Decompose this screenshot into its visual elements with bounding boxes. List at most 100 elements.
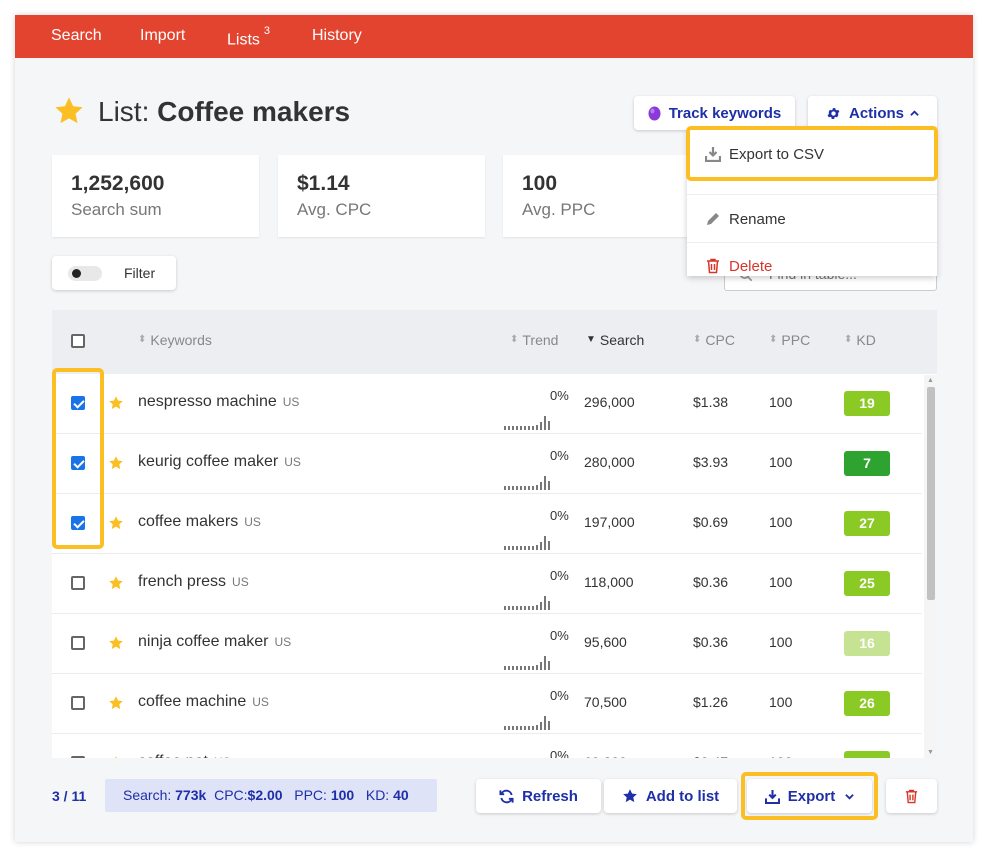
filter-toggle-switch[interactable] [68,266,102,281]
keyword-text: coffee makers [138,513,239,530]
scroll-down-arrow-icon[interactable]: ▼ [927,749,934,756]
gear-icon [827,107,840,119]
kd-badge: 25 [844,751,890,758]
summary-search-label: Search: [123,787,172,803]
trend-percent: 0% [550,388,569,403]
keyword-cell[interactable]: coffee makers US [138,513,261,531]
keyword-cell[interactable]: nespresso machine US [138,393,299,411]
trend-sparkline [504,536,550,550]
search-volume-cell: 95,600 [584,634,627,650]
search-volume-cell: 296,000 [584,394,635,410]
trend-percent: 0% [550,628,569,643]
favorite-star-icon[interactable] [108,575,124,591]
trend-sparkline [504,416,550,430]
row-checkbox[interactable] [71,516,85,530]
column-label: Trend [522,332,559,348]
keyword-text: french press [138,573,227,590]
search-volume-cell: 280,000 [584,454,635,470]
row-checkbox[interactable] [71,576,85,590]
actions-button[interactable]: Actions [808,96,937,130]
row-checkbox[interactable] [71,696,85,710]
column-header-kd[interactable]: ⬍ KD [844,332,876,348]
column-header-trend[interactable]: ⬍ Trend [510,332,558,348]
keyword-cell[interactable]: coffee machine US [138,693,269,711]
column-header-search[interactable]: ▼ Search [586,332,644,348]
table-row[interactable]: coffee pot US 0% 69,800 $0.47 100 25 [52,734,922,758]
trend-percent: 0% [550,688,569,703]
column-header-cpc[interactable]: ⬍ CPC [693,332,735,348]
nav-search[interactable]: Search [51,15,102,58]
stat-card-avg-ppc: 100 Avg. PPC [503,155,710,237]
filter-toggle-button[interactable]: Filter [52,256,176,290]
favorite-star-icon[interactable] [108,515,124,531]
summary-ppc-label: PPC: [294,787,327,803]
refresh-button[interactable]: Refresh [476,779,601,813]
actions-dropdown-menu: Export to CSV Rename Delete [687,128,937,276]
export-button[interactable]: Export [747,779,872,813]
favorite-star-icon[interactable] [108,695,124,711]
title-prefix: List: [98,96,158,127]
sort-icon: ⬍ [769,334,778,345]
keyword-text: keurig coffee maker [138,453,279,470]
sort-icon: ⬍ [844,334,853,345]
scrollbar-thumb[interactable] [927,387,935,600]
table-row[interactable]: coffee makers US 0% 197,000 $0.69 100 27 [52,494,922,554]
track-keywords-button[interactable]: Track keywords [634,96,795,130]
favorite-star-icon[interactable] [53,95,85,127]
nav-lists[interactable]: Lists3 [227,15,270,58]
cpc-cell: $1.38 [693,394,729,410]
ppc-cell: 100 [769,634,793,650]
sort-desc-icon: ▼ [586,334,596,345]
sort-icon: ⬍ [693,334,702,345]
menu-item-label: Rename [729,210,786,228]
download-icon [705,147,721,162]
table-row[interactable]: ninja coffee maker US 0% 95,600 $0.36 100 16 [52,614,922,674]
table-row[interactable]: keurig coffee maker US 0% 280,000 $3.93 100 7 [52,434,922,494]
nav-lists-label: Lists [227,31,260,49]
delete-button[interactable] [886,779,937,813]
menu-item-export-csv[interactable]: Export to CSV [687,130,937,178]
favorite-star-icon[interactable] [108,635,124,651]
keyword-cell[interactable]: ninja coffee maker US [138,633,291,651]
trash-icon [707,258,719,274]
row-checkbox[interactable] [71,396,85,410]
row-checkbox[interactable] [71,636,85,650]
column-header-ppc[interactable]: ⬍ PPC [769,332,810,348]
country-code: US [232,575,249,589]
table-header: ⬍ Keywords ⬍ Trend ▼ Search ⬍ CPC ⬍ PPC ⬍ KD [52,310,937,374]
selection-counter: 3 / 11 [52,788,87,804]
table-scrollbar[interactable]: ▲ ▼ [924,375,937,758]
chevron-up-icon [910,109,919,116]
favorite-star-icon[interactable] [108,455,124,471]
table-row[interactable]: french press US 0% 118,000 $0.36 100 25 [52,554,922,614]
trend-percent: 0% [550,508,569,523]
table-row[interactable]: coffee machine US 0% 70,500 $1.26 100 26 [52,674,922,734]
select-all-checkbox[interactable] [71,334,85,348]
table-row[interactable]: nespresso machine US 0% 296,000 $1.38 100 19 [52,374,922,434]
keyword-cell[interactable]: keurig coffee maker US [138,453,301,471]
menu-item-label: Delete [729,257,773,275]
nav-history[interactable]: History [312,15,362,58]
keyword-cell[interactable]: french press US [138,573,249,591]
summary-cpc-value: $2.00 [247,787,283,803]
nav-import-label: Import [140,27,186,44]
trend-sparkline [504,476,550,490]
column-label: CPC [705,332,735,348]
column-header-keywords[interactable]: ⬍ Keywords [138,332,212,348]
trend-sparkline [504,716,550,730]
scroll-up-arrow-icon[interactable]: ▲ [927,377,934,384]
search-volume-cell: 118,000 [584,574,634,590]
row-checkbox[interactable] [71,456,85,470]
favorite-star-icon[interactable] [108,755,124,758]
add-to-list-button[interactable]: Add to list [604,779,737,813]
keyword-cell[interactable]: coffee pot US [138,753,231,758]
refresh-label: Refresh [522,787,578,805]
trend-sparkline [504,596,550,610]
ppc-cell: 100 [769,514,793,530]
nav-import[interactable]: Import [140,15,185,58]
row-checkbox[interactable] [71,756,85,758]
menu-item-delete[interactable]: Delete [687,242,937,290]
country-code: US [214,755,231,758]
favorite-star-icon[interactable] [108,395,124,411]
menu-item-rename[interactable]: Rename [687,195,937,243]
